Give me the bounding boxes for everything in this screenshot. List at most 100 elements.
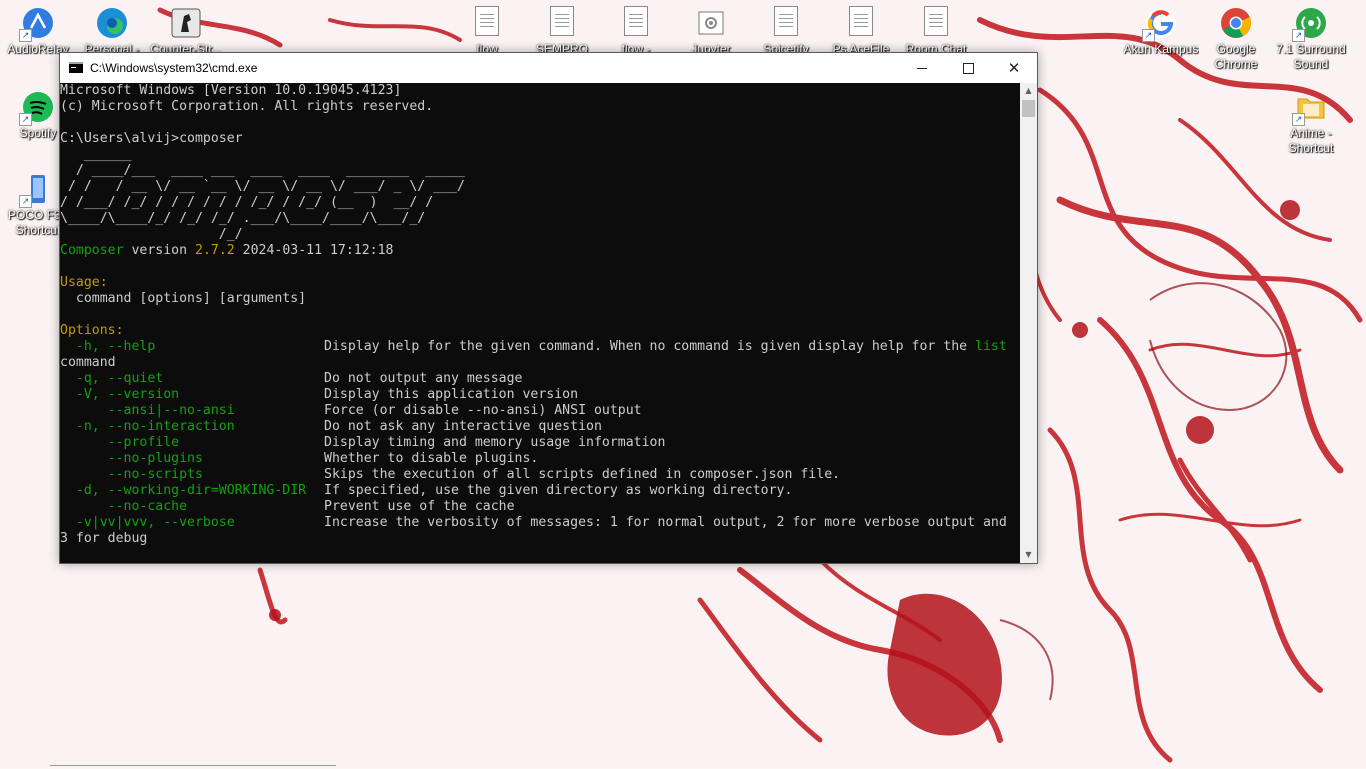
option-flag: -q, --quiet [60,371,164,386]
option-desc: Force (or disable --no-ansi) ANSI output [324,403,642,418]
counter-strike-icon [169,6,203,40]
composer-logo-line: / ____/___ ____ ___ ____ ____ ________ _… [60,163,465,178]
maximize-icon [962,62,974,74]
folder-icon: ↗ [1292,90,1328,126]
document-icon [919,6,953,40]
version-word: version [123,243,195,258]
option-row: --ansi|--no-ansi Force (or disable --no-a… [60,403,642,419]
document-icon [470,6,504,40]
desktop-icon-counter-strike[interactable]: Counter-Str... [148,2,224,54]
shortcut-arrow-icon: ↗ [19,29,32,42]
console-header-line: Microsoft Windows [Version 10.0.19045.41… [60,83,402,98]
option-flag: --ansi|--no-ansi [60,403,235,418]
version-app-name: Composer [60,243,124,258]
console-header-line: (c) Microsoft Corporation. All rights re… [60,99,434,114]
desktop-icon-anime[interactable]: ↗ Anime - Shortcut [1273,86,1349,156]
desktop-icon-room-chat[interactable]: Room Chat [898,2,974,54]
option-desc: Do not ask any interactive question [324,419,602,434]
desktop-icon-label: Akun Kampus [1123,42,1199,56]
window-title: C:\Windows\system32\cmd.exe [90,61,258,75]
shortcut-arrow-icon: ↗ [1292,29,1305,42]
option-row: -d, --working-dir=WORKING-DIR If specifie… [60,483,793,499]
option-desc: Whether to disable plugins. [324,451,539,466]
document-icon [545,6,579,40]
close-button[interactable]: ✕ [991,53,1037,83]
option-desc-wrap: Display help for the given command. When… [324,339,1007,355]
option-row: -h, --help Display help for the given com… [60,339,1007,355]
version-line: Composer version 2.7.2 2024-03-11 17:12:… [60,243,394,259]
edge-icon [95,6,129,40]
option-desc: Do not output any message [324,371,523,386]
window-titlebar[interactable]: C:\Windows\system32\cmd.exe ✕ [60,53,1037,83]
shortcut-arrow-icon: ↗ [19,113,32,126]
chrome-icon [1219,6,1253,40]
desktop-icon-surround-sound[interactable]: ↗ 7.1 Surround Sound [1273,2,1349,72]
document-icon [619,6,653,40]
shortcut-arrow-icon: ↗ [1292,113,1305,126]
option-flag: --no-scripts [60,467,203,482]
version-date: 2024-03-11 17:12:18 [234,243,394,258]
option-flag: --no-cache [60,499,188,514]
spotify-icon: ↗ [19,90,55,126]
option-flag: --no-plugins [60,451,203,466]
desktop-icon-label: Anime - Shortcut [1288,126,1334,155]
option-row: -V, --version Display this application ve… [60,387,578,403]
desktop-icon-akun-kampus[interactable]: ↗ Akun Kampus [1123,2,1199,57]
usage-line: command [options] [arguments] [60,291,307,306]
vertical-scrollbar[interactable]: ▲ ▼ [1020,83,1037,563]
cmd-window[interactable]: C:\Windows\system32\cmd.exe ✕ Microsoft … [59,52,1038,564]
console-output[interactable]: Microsoft Windows [Version 10.0.19045.41… [60,83,1022,563]
option-desc: Increase the verbosity of messages: 1 fo… [324,515,1007,530]
document-icon [769,6,803,40]
scroll-thumb[interactable] [1022,100,1035,117]
google-icon: ↗ [1142,6,1178,42]
desktop-icon-google-chrome[interactable]: Google Chrome [1198,2,1274,72]
desktop-icon-flow[interactable]: flow [449,2,525,54]
close-icon: ✕ [1007,60,1021,77]
desktop-icon-audiorelay[interactable]: ↗ AudioRelay [0,2,76,57]
scroll-down-icon[interactable]: ▼ [1020,547,1037,563]
maximize-button[interactable] [945,53,991,83]
composer-logo-line: / /___/ /_/ / / / / / / /_/ / /_/ (__ ) … [60,195,434,210]
composer-logo-line: \____/\____/_/ /_/ /_/ .___/\____/____/\… [60,211,426,226]
desktop-icon-label: 7.1 Surround Sound [1276,42,1346,71]
option-wrap-line: 3 for debug [60,531,148,546]
option-desc-highlight: list [975,339,1007,354]
phone-icon: ↗ [19,172,55,208]
usage-heading: Usage: [60,275,108,290]
jupyter-icon [694,6,728,40]
option-row: -n, --no-interaction Do not ask any inter… [60,419,602,435]
composer-logo-line: / / / __ \/ __ `__ \/ __ \/ __ \/ ___/ _… [60,179,465,194]
option-wrap-line: command [60,355,116,370]
desktop-icon-edge-personal[interactable]: Personal - [74,2,150,54]
option-desc: If specified, use the given directory as… [324,483,793,498]
minimize-button[interactable] [899,53,945,83]
shortcut-arrow-icon: ↗ [19,195,32,208]
option-desc: Prevent use of the cache [324,499,515,514]
option-flag: -n, --no-interaction [60,419,235,434]
console-prompt: C:\Users\alvij>composer [60,131,243,146]
option-row: -v|vv|vvv, --verbose Increase the verbosi… [60,515,1007,531]
option-flag: -V, --version [60,387,180,402]
option-flag: -h, --help [60,339,156,354]
option-row: --no-plugins Whether to disable plugins. [60,451,539,467]
desktop-icon-sempro[interactable]: SEMPRO [524,2,600,54]
option-row: -q, --quiet Do not output any message [60,371,523,387]
option-flag: -v|vv|vvv, --verbose [60,515,235,530]
desktop-icon-spicetify[interactable]: Spicetify [748,2,824,54]
desktop-icon-jupyter[interactable]: Jupyter [673,2,749,54]
options-heading: Options: [60,323,124,338]
option-flag: -d, --working-dir=WORKING-DIR [60,483,307,498]
surround-sound-icon: ↗ [1292,6,1328,42]
shortcut-arrow-icon: ↗ [1142,29,1155,42]
cmd-app-icon [69,62,83,73]
document-icon [844,6,878,40]
option-row: --no-cache Prevent use of the cache [60,499,515,515]
option-flag: --profile [60,435,180,450]
desktop-icon-acefile[interactable]: Ps AceFile [823,2,899,54]
scroll-up-icon[interactable]: ▲ [1020,83,1037,99]
version-number: 2.7.2 [195,243,235,258]
option-desc: Skips the execution of all scripts defin… [324,467,841,482]
desktop-icon-flow-shortcut[interactable]: flow - [598,2,674,54]
option-desc: Display this application version [324,387,579,402]
